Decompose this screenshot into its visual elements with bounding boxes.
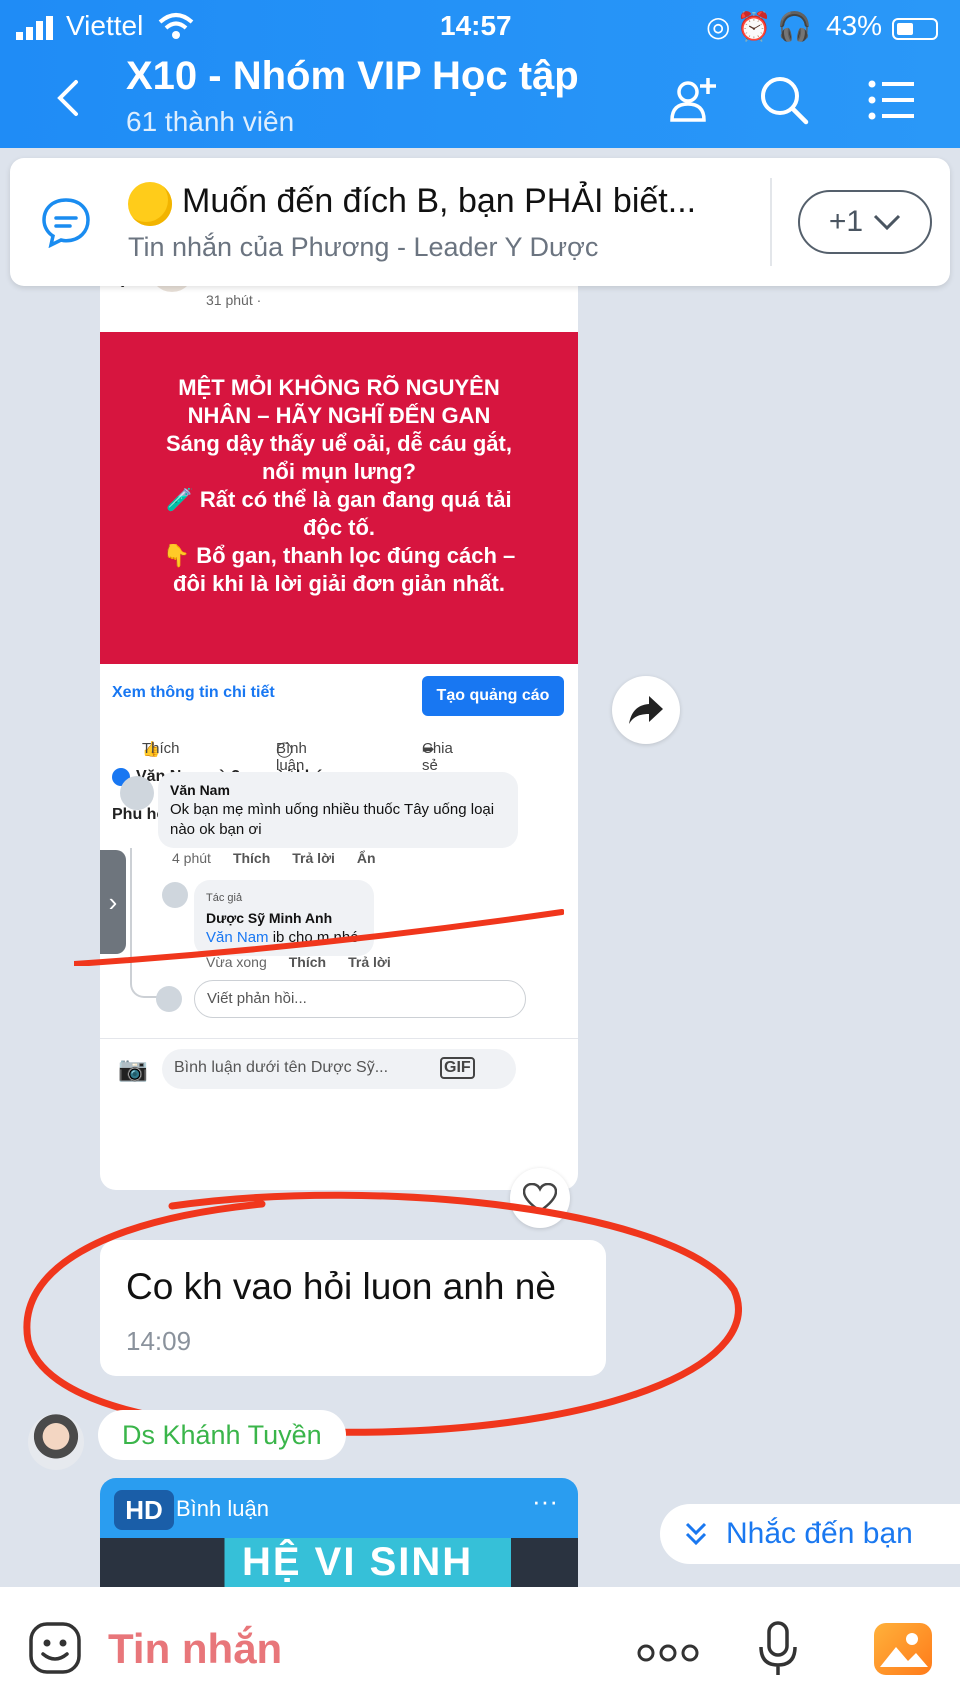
fb-comment-bubble: Văn Nam Ok bạn mẹ mình uống nhiều thuốc … xyxy=(158,772,518,848)
forward-button[interactable] xyxy=(612,676,680,744)
pinned-divider xyxy=(770,178,772,266)
signal-icon xyxy=(16,16,53,40)
double-chevron-down-icon xyxy=(685,1522,707,1546)
search-icon[interactable] xyxy=(758,74,810,126)
card-more-icon: ··· xyxy=(532,1486,558,1516)
menu-icon[interactable] xyxy=(866,74,918,126)
clock: 14:57 xyxy=(440,10,512,41)
comment-like: Thích xyxy=(232,850,271,866)
sticker-icon[interactable] xyxy=(28,1621,82,1675)
wifi-icon xyxy=(158,13,194,39)
red-circle-annotation xyxy=(23,1191,742,1436)
commenter-avatar xyxy=(120,776,154,810)
card-art-text: HỆ VI SINH xyxy=(242,1540,474,1584)
sender-name: Ds Khánh Tuyền xyxy=(98,1410,346,1460)
banner-line: NHÂN – HÃY NGHĨ ĐẾN GAN xyxy=(187,403,491,428)
microphone-icon[interactable] xyxy=(758,1621,798,1677)
comment-time: 4 phút xyxy=(172,850,211,866)
banner-line: MỆT MỎI KHÔNG RÕ NGUYÊN xyxy=(178,375,500,400)
chat-bubble-icon xyxy=(42,198,90,248)
camera-icon: 📷 xyxy=(118,1056,148,1083)
fb-action-bar: 👍 Thích ◯ Bình luận ➦ Chia sẻ xyxy=(100,724,578,774)
comment-hide: Ẩn xyxy=(356,850,376,866)
banner-line: độc tố. xyxy=(302,515,376,540)
carrier-name: Viettel xyxy=(66,10,144,41)
banner-line: nổi mụn lưng? xyxy=(261,459,416,484)
message-composer: Tin nhắn xyxy=(0,1587,960,1707)
group-title: X10 - Nhóm VIP Học tập xyxy=(126,54,579,98)
headphones-icon: 🎧 xyxy=(777,11,819,42)
author-badge: Tác giả xyxy=(206,892,243,904)
add-member-icon[interactable] xyxy=(668,74,720,126)
detail-link: Xem thông tin chi tiết xyxy=(112,684,275,701)
banner-line: Sáng dậy thấy uể oải, dễ cáu gắt, xyxy=(166,431,512,456)
card-label: Bình luận xyxy=(176,1496,269,1521)
banner-line: đôi khi là lời giải đơn giản nhất. xyxy=(173,571,505,596)
red-underline-annotation xyxy=(74,909,564,966)
comment-author: Văn Nam xyxy=(170,782,230,798)
yellow-circle-emoji-icon xyxy=(128,182,172,226)
back-icon[interactable] xyxy=(50,78,86,118)
pinned-count: +1 xyxy=(828,205,864,238)
pinned-from: Tin nhắn của Phương - Leader Y Dược xyxy=(128,232,599,262)
ad-banner: MỆT MỎI KHÔNG RÕ NGUYÊN NHÂN – HÃY NGHĨ … xyxy=(100,332,578,664)
mention-label: Nhắc đến bạn xyxy=(726,1517,913,1550)
fb-post-time: 31 phút · xyxy=(206,292,262,308)
banner-line: 👇 Bổ gan, thanh lọc đúng cách – xyxy=(162,543,516,568)
fb-reply-input: Viết phản hồi... xyxy=(194,980,526,1018)
pinned-message[interactable]: Muốn đến đích B, bạn PHẢI biết... Tin nh… xyxy=(10,158,950,286)
message-input[interactable]: Tin nhắn xyxy=(108,1625,282,1673)
banner-line: 🧪 Rất có thể là gan đang quá tải xyxy=(166,487,512,512)
chevron-down-icon xyxy=(874,214,901,231)
pinned-text: Muốn đến đích B, bạn PHẢI biết... xyxy=(182,182,697,220)
status-icons: ◎⏰🎧 xyxy=(706,10,818,43)
comment-meta: 4 phút Thích Trả lời Ẩn xyxy=(172,850,376,866)
fb-like-label: Thích xyxy=(142,740,180,757)
hd-badge: HD xyxy=(114,1490,174,1530)
forward-arrow-icon xyxy=(629,696,663,724)
pinned-expand-button[interactable]: +1 xyxy=(798,190,932,254)
photo-icon xyxy=(880,1633,928,1667)
fb-share-label: Chia sẻ xyxy=(422,740,453,774)
more-options-icon[interactable] xyxy=(636,1643,700,1663)
fb-comment-bar: 📷 Bình luận dưới tên Dược Sỹ... GIF xyxy=(100,1038,578,1098)
rotation-lock-icon: ◎ xyxy=(706,11,737,42)
image-picker-icon[interactable] xyxy=(874,1623,932,1675)
alarm-icon: ⏰ xyxy=(736,11,778,42)
author-avatar xyxy=(162,882,188,908)
chat-header: Viettel 14:57 ◎⏰🎧 43% X10 - Nhóm VIP Học… xyxy=(0,0,960,148)
shared-card[interactable]: HD Bình luận ··· HỆ VI SINH xyxy=(100,1478,578,1588)
battery-percent: 43% xyxy=(826,10,883,41)
viewer-avatar xyxy=(156,986,182,1012)
mention-jump-button[interactable]: Nhắc đến bạn xyxy=(660,1504,960,1564)
status-bar: Viettel 14:57 ◎⏰🎧 43% xyxy=(0,6,960,46)
comment-reply: Trả lời xyxy=(292,850,335,866)
sender-avatar[interactable] xyxy=(28,1414,84,1470)
create-ad-button: Tạo quảng cáo xyxy=(422,676,564,716)
shared-image[interactable]: ‹ 31 phút · ··· MỆT MỎI KHÔNG RÕ NGUYÊN … xyxy=(100,260,578,1190)
gif-icon: GIF xyxy=(440,1057,475,1079)
battery-icon xyxy=(892,18,938,40)
comment-text: Ok bạn mẹ mình uống nhiều thuốc Tây uống… xyxy=(170,801,495,838)
member-count[interactable]: 61 thành viên xyxy=(126,106,294,138)
